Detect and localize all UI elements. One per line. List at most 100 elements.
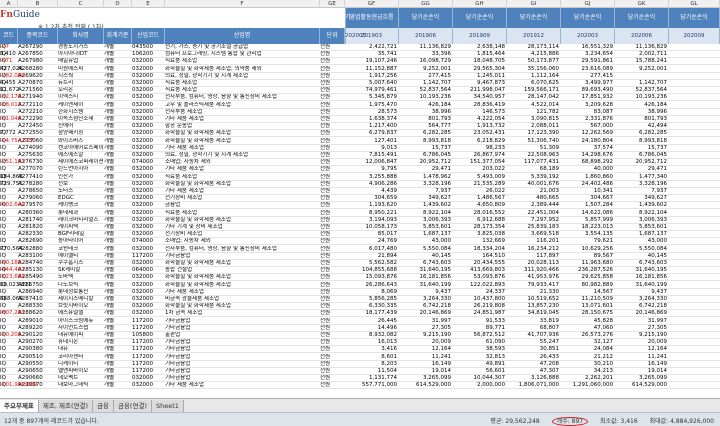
table-row[interactable]: IQ A284740 쿠쿠홈시스 개별 032000 화학물질 및 화학제품 제조업 천원 5… bbox=[0, 260, 720, 267]
cell: A290270 bbox=[18, 339, 43, 346]
table-row[interactable]: IQ A290660 네오펙트 개별 032000 기타금융업 천원 1,131,774 3,2… bbox=[0, 375, 720, 383]
cell: 기타금융업 bbox=[165, 360, 191, 367]
table-row[interactable]: IQ A270870 뉴트리 개별 032000 식료품 제조업 천원 5,007,640 1,… bbox=[0, 80, 720, 87]
table-row[interactable]: IQ A272550 삼양패키징 개별 032000 화학물질 및 화학제품 제조업 천원 6… bbox=[0, 130, 720, 138]
table-row[interactable]: IQ A267980 매일유업 개별 032000 식료품 제조업 천원 19,107,246… bbox=[0, 58, 720, 66]
table-row[interactable]: IQ A281820 케이씨텍 개별 032000 기타 기계 및 장비 제조업 천원 10,… bbox=[0, 224, 720, 231]
table-row[interactable]: IQ A272210 한화시스템 개별 032000 전자부품 제조업 천원 28,573 38… bbox=[0, 109, 720, 116]
table-row[interactable]: IQ A268280 미원에스씨 개별 032000 화학물질 및 화학제품 제조업; 의… bbox=[0, 66, 720, 73]
table-row[interactable]: IQ A267290 경동도시가스 개별 043500 전기, 가스, 증기 및 공기조절… bbox=[0, 44, 720, 51]
table-row[interactable]: IQ A290510 코리아센터 개별 117200 기타금융업 천원 8,601 11,241… bbox=[0, 354, 720, 361]
table-row[interactable]: IQ A286750 나노브릭 개별 032000 화학물질 및 화학제품 제조업 천원 26… bbox=[0, 282, 720, 289]
sheet-tab-1[interactable]: 제조, 제조(연결) bbox=[38, 400, 93, 412]
header-cell-6[interactable]: 단위 bbox=[320, 28, 345, 44]
cell: 074000 bbox=[132, 159, 153, 166]
table-row[interactable]: IQ A283100 에이엘티 개별 117200 기타금융업 천원 21,894 40,145… bbox=[0, 253, 720, 260]
column-letter-gg[interactable]: GG bbox=[399, 0, 453, 8]
metric-header-7[interactable]: 기타포괄손익202003 bbox=[345, 8, 366, 121]
table-row[interactable]: IQ A277410 인산가 개별 032000 식료품 제조업 천원 3,255,888 1,… bbox=[0, 174, 720, 181]
table-row[interactable]: IQ A278650 노터스 개별 032000 기타 제품 제조업 천원 4,439 7,93… bbox=[0, 188, 720, 195]
table-row[interactable]: IQ A271940 이엑스티 개별 032000 전자부품, 컴퓨터, 영상, 음향 및… bbox=[0, 94, 720, 102]
cell: A279060 bbox=[18, 195, 43, 202]
table-row[interactable]: IQ A290380 대유 개별 117200 기타금융업 천원 3,416 12,164 38,… bbox=[0, 346, 720, 354]
metric-header-1[interactable]: 당기순손익 201906 bbox=[399, 8, 453, 44]
table-row[interactable]: IQ A290550 디케이티 개별 117200 기타금융업 천원 8,203 16,149 4… bbox=[0, 361, 720, 368]
table-row[interactable]: IQ A279060 EDGC 개별 032000 전기장비 제조업 천원 304,659 34… bbox=[0, 195, 720, 203]
metric-header-6[interactable]: 당기순손익 202009 bbox=[669, 8, 720, 44]
table-row[interactable]: IQ A271560 오리온 개별 032000 식료품 제조업 천원 74,979,461 5… bbox=[0, 87, 720, 95]
column-letter-e[interactable]: E bbox=[132, 0, 165, 8]
header-cell-3[interactable]: 회계기준 bbox=[104, 28, 132, 44]
metric-header-2[interactable]: 당기순손익 201909 bbox=[453, 8, 507, 44]
sheet-tab-4[interactable]: Sheet1 bbox=[151, 400, 184, 412]
header-cell-4[interactable]: 산업코드 bbox=[132, 28, 165, 44]
table-row[interactable]: IQ A285130 SK케미칼 개별 064000 종합 건설업 천원 104,855,68… bbox=[0, 267, 720, 275]
table-row[interactable]: IQ A290650 엘앤씨바이오 개별 117200 기타금융업 천원 11,504 19,0… bbox=[0, 368, 720, 375]
cell: 15,093,876 bbox=[365, 274, 398, 281]
table-row[interactable]: IQ A276730 제이에스코퍼레이션 개별 074000 소매업; 자동차 제외 천원 1… bbox=[0, 159, 720, 167]
cell: 컴퓨터 프로그래밍, 시스템 통합 및 관리업 bbox=[165, 51, 262, 58]
column-letter-f[interactable]: F bbox=[165, 0, 320, 8]
cell: 5,550,084 bbox=[639, 245, 667, 252]
table-row[interactable]: IQ A269620 시스웍 개별 032000 의료, 정밀, 광학기기 및 시계 제조… bbox=[0, 73, 720, 80]
table-row[interactable]: IQ A290120 대유에이피 개별 105800 출판업 천원 8,932,082 9,21… bbox=[0, 332, 720, 339]
header-cell-1[interactable]: 종목코드 bbox=[18, 28, 58, 44]
metric-header-4[interactable]: 당기순손익 202003 bbox=[561, 8, 615, 44]
header-cell-2[interactable]: 회사명 bbox=[58, 28, 104, 44]
table-row[interactable]: IQ A290670 대보마그네틱 개별 032000 기타 제품 제조업 천원 557,77… bbox=[0, 382, 720, 390]
table-row[interactable]: IQ A285490 노바텍 개별 032000 화학물질 및 화학제품 제조업 천원 15,… bbox=[0, 274, 720, 282]
column-letter-c[interactable]: C bbox=[58, 0, 104, 8]
table-row[interactable]: IQ A272290 이녹스첨단소재 개별 032000 기타 제품 제조업 천원 1,638… bbox=[0, 116, 720, 123]
column-letter-d[interactable]: D bbox=[104, 0, 132, 8]
sheet-tab-2[interactable]: 금융 bbox=[93, 400, 114, 412]
table-row[interactable]: IQ A280360 롯데제과 개별 032000 식료품 제조업 천원 8,950,221 8… bbox=[0, 210, 720, 217]
column-letter-gj[interactable]: GJ bbox=[561, 0, 615, 8]
column-letter-ge[interactable]: GE bbox=[320, 0, 345, 8]
metric-header-3[interactable]: 당기순손익 201912 bbox=[507, 8, 561, 44]
sheet-tab-3[interactable]: 금융(연결) bbox=[113, 400, 152, 412]
cell: 켄코아에어로스페이스 bbox=[58, 144, 104, 151]
table-row[interactable]: IQ A267850 아시아나IDT 개별 106200 컴퓨터 프로그래밍, 시스템 통… bbox=[0, 51, 720, 59]
table-row[interactable]: IQ A290270 휴네시온 개별 117200 기타금융업 천원 16,013 20,009… bbox=[0, 339, 720, 347]
column-letter-gf[interactable]: GF bbox=[345, 0, 399, 8]
table-row[interactable]: IQ A275630 에스에스알 개별 032000 의료, 정밀, 광학기기 및 시계 … bbox=[0, 152, 720, 159]
table-row[interactable]: IQ A289220 자이언트스텝 개별 117200 기타금융업 천원 14,496 27,3… bbox=[0, 325, 720, 332]
cell: 기타금융업 bbox=[165, 368, 191, 374]
table-row[interactable]: IQ A277070 린드먼아시아 개별 032000 기타 제품 제조업 천원 9,795 2… bbox=[0, 166, 720, 174]
table-row[interactable]: IQ A274090 켄코아에어로스페이스 개별 032000 기타 제품 제조업 천원 9,… bbox=[0, 145, 720, 152]
cell: 전자부품, 컴퓨터, 영상, 음향 및 통신장비 제조업 bbox=[165, 245, 277, 252]
table-row[interactable]: IQ A282690 동아타이어 개별 074000 소매업; 자동차 제외 천원 24,76… bbox=[0, 238, 720, 246]
cell: 8,950,221 bbox=[369, 209, 397, 216]
table-row[interactable]: IQ A288330 브릿지바이오 개별 032000 화학물질 및 화학제품 제조업 천원… bbox=[0, 303, 720, 311]
cell: 5,853,601 bbox=[639, 224, 667, 230]
column-letter-gh[interactable]: GH bbox=[453, 0, 507, 8]
table-row[interactable]: IQ A272450 진에어 개별 032000 항공 운송업 천원 1,217,400 564… bbox=[0, 123, 720, 131]
cell: 122,022,893 bbox=[470, 281, 505, 288]
table-row[interactable]: IQ A287410 제이시스메디칼 개별 032000 비금속 광물제품 제조업 천원 5,… bbox=[0, 296, 720, 303]
cell: 10,193,236 bbox=[419, 94, 452, 101]
header-cell-5[interactable]: 산업명 bbox=[165, 28, 320, 44]
cell: 천원 bbox=[320, 173, 331, 180]
table-row[interactable]: IQ A279570 케이뱅크 개별 032000 금융업 천원 1,193,620 1,439… bbox=[0, 202, 720, 210]
table-row[interactable]: IQ A286940 롯데정보통신 개별 032000 기타 제품 제조업 천원 8,069 9… bbox=[0, 289, 720, 296]
table-row[interactable]: IQ A282330 BGF리테일 개별 032000 전기장비 제조업 천원 85,017 1… bbox=[0, 231, 720, 239]
column-letter-gi[interactable]: GI bbox=[507, 0, 561, 8]
cell: 13,857,230 bbox=[527, 303, 560, 310]
sheet-tab-0[interactable]: 주요무제표 bbox=[0, 400, 39, 412]
header-cell-0[interactable]: 코드 bbox=[0, 28, 18, 44]
table-row[interactable]: IQ A273060 와이즈버즈 개별 032000 화학물질 및 화학제품 제조업 천원 1… bbox=[0, 138, 720, 145]
table-row[interactable]: IQ A278280 천보 개별 032000 화학물질 및 화학제품 제조업 천원 4,90… bbox=[0, 181, 720, 188]
table-row[interactable]: IQ A272110 케이엔제이 개별 032000 고무 및 플라스틱제품 제조업 천원 1… bbox=[0, 102, 720, 109]
table-row[interactable]: IQ A288620 에스퓨얼셀 개별 032000 1차 금속 제조업 천원 18,177,… bbox=[0, 310, 720, 318]
column-letter-a[interactable]: A bbox=[0, 0, 18, 8]
column-letter-b[interactable]: B bbox=[18, 0, 58, 8]
table-row[interactable]: IQ A289010 아이스크림에듀 개별 117200 기타금융업 천원 26,445 31,… bbox=[0, 318, 720, 325]
column-letter-gl[interactable]: GL bbox=[669, 0, 720, 8]
table-row[interactable]: IQ A282880 코윈테크 개별 032000 전자부품, 컴퓨터, 영상, 음향 및… bbox=[0, 246, 720, 253]
metric-header-5[interactable]: 당기순손익 202006 bbox=[615, 8, 669, 44]
data-grid[interactable]: IQ A267290 경동도시가스 개별 043500 전기, 가스, 증기 및 공기조절… bbox=[0, 44, 720, 398]
cell bbox=[669, 318, 720, 325]
column-letter-gk[interactable]: GK bbox=[615, 0, 669, 8]
status-min: 최소값: 3,416 bbox=[600, 418, 638, 425]
table-row[interactable]: IQ A281740 레이크머티리얼즈 개별 032000 화학물질 및 화학제품 제조업… bbox=[0, 217, 720, 224]
